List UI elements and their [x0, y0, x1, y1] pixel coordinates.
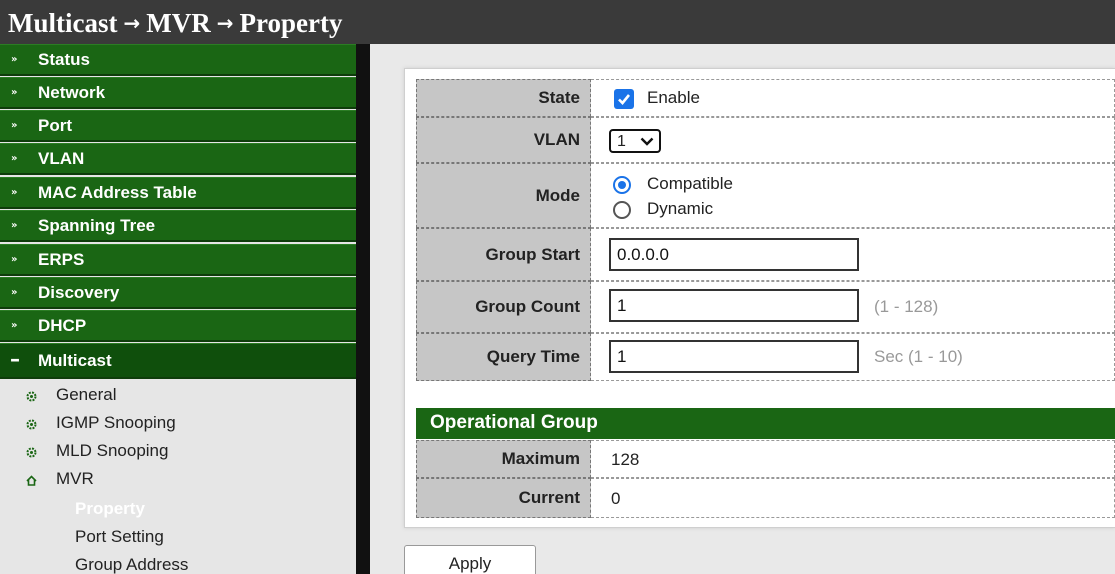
operational-group-title: Operational Group — [430, 412, 598, 433]
chevron-down-icon: » — [11, 287, 18, 298]
mode-label: Mode — [416, 163, 591, 228]
chevron-down-icon: » — [11, 153, 18, 164]
sidebar-item-erps[interactable]: » ERPS — [0, 244, 356, 276]
sidebar-item-spanning-tree[interactable]: » Spanning Tree — [0, 210, 356, 242]
breadcrumb-arrow-icon: → — [123, 11, 141, 35]
state-enable-checkbox[interactable] — [614, 89, 634, 109]
maximum-cell — [591, 440, 1115, 478]
sidebar: » Status » Network » Port » VLAN » MAC Addres… — [0, 44, 356, 574]
chevron-down-icon: » — [11, 220, 18, 231]
state-enable-label: Enable — [647, 88, 700, 107]
chevron-down-icon: » — [11, 320, 18, 331]
gear-icon — [26, 391, 37, 402]
query-time-input[interactable]: 1 — [609, 340, 859, 373]
sidebar-item-vlan[interactable]: » VLAN — [0, 143, 356, 175]
chevron-down-icon: » — [11, 254, 18, 265]
sidebar-item-multicast[interactable]: – Multicast — [0, 343, 356, 379]
sidebar-link-property[interactable]: Property — [75, 499, 145, 519]
home-icon — [26, 475, 37, 486]
sidebar-item-status[interactable]: » Status — [0, 44, 356, 76]
sidebar-divider — [356, 44, 370, 574]
check-icon — [618, 94, 631, 105]
chevron-down-icon — [640, 137, 654, 146]
sidebar-link-port-setting[interactable]: Port Setting — [75, 527, 164, 547]
breadcrumb-multicast: Multicast — [8, 8, 118, 38]
group-count-label: Group Count — [416, 281, 591, 333]
gear-icon — [26, 419, 37, 430]
query-time-range: Sec (1 - 10) — [874, 347, 963, 366]
vlan-select[interactable]: 1 — [609, 129, 661, 153]
sidebar-item-dhcp[interactable]: » DHCP — [0, 310, 356, 342]
group-start-input[interactable]: 0.0.0.0 — [609, 238, 859, 271]
page-header: Multicast → MVR → Property — [0, 0, 1115, 44]
sidebar-subitem-mld-snooping[interactable]: MLD Snooping — [0, 439, 356, 467]
current-cell — [591, 478, 1115, 518]
sidebar-subitem-general[interactable]: General — [0, 383, 356, 411]
collapse-icon: – — [10, 347, 20, 371]
sidebar-link-group-address[interactable]: Group Address — [75, 555, 188, 574]
chevron-down-icon: » — [11, 187, 18, 198]
sidebar-subitem-igmp-snooping[interactable]: IGMP Snooping — [0, 411, 356, 439]
chevron-down-icon: » — [11, 87, 18, 98]
breadcrumb-mvr: MVR — [146, 8, 211, 38]
apply-button[interactable]: Apply — [404, 545, 536, 574]
mode-dynamic-label: Dynamic — [647, 199, 714, 218]
gear-icon — [26, 447, 37, 458]
mode-dynamic-radio[interactable] — [613, 201, 631, 219]
mode-compatible-radio[interactable] — [613, 176, 631, 194]
mode-compatible-label: Compatible — [647, 174, 733, 193]
maximum-label: Maximum — [416, 440, 591, 478]
sidebar-item-mac-address-table[interactable]: » MAC Address Table — [0, 177, 356, 209]
state-label: State — [416, 79, 591, 117]
chevron-down-icon: » — [11, 120, 18, 131]
maximum-value: 128 — [611, 450, 640, 469]
vlan-label: VLAN — [416, 117, 591, 163]
vlan-select-value: 1 — [617, 133, 626, 150]
current-value: 0 — [611, 489, 621, 508]
apply-button-label: Apply — [448, 554, 492, 573]
chevron-down-icon: » — [11, 54, 18, 65]
group-start-label: Group Start — [416, 228, 591, 281]
operational-group-header: Operational Group — [416, 408, 1115, 439]
group-count-range: (1 - 128) — [874, 297, 939, 316]
breadcrumb-property: Property — [239, 8, 343, 38]
group-count-input[interactable]: 1 — [609, 289, 859, 322]
sidebar-item-network[interactable]: » Network — [0, 77, 356, 109]
sidebar-item-port[interactable]: » Port — [0, 110, 356, 142]
current-label: Current — [416, 478, 591, 518]
vlan-cell — [591, 117, 1115, 163]
breadcrumb: Multicast → MVR → Property — [8, 8, 342, 39]
sidebar-item-discovery[interactable]: » Discovery — [0, 277, 356, 309]
breadcrumb-arrow-icon: → — [216, 11, 234, 35]
sidebar-subitem-mvr[interactable]: MVR — [0, 467, 356, 495]
query-time-label: Query Time — [416, 333, 591, 381]
